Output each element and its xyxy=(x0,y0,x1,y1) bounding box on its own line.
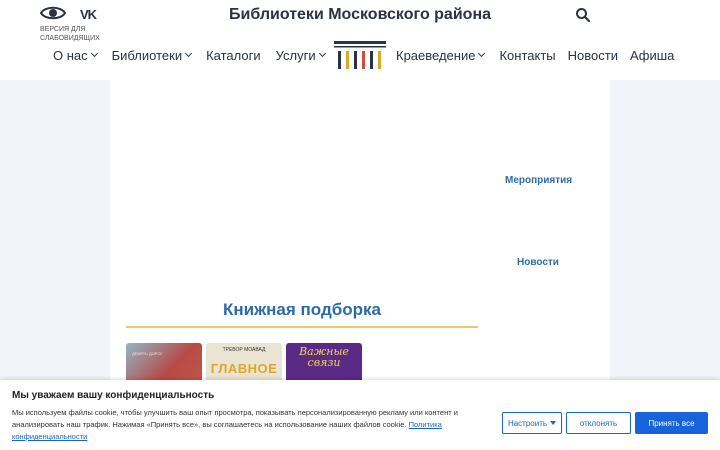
events-link[interactable]: Мероприятия xyxy=(505,175,572,186)
book-title: Важные связи xyxy=(299,345,349,369)
library-logo[interactable] xyxy=(334,40,386,70)
nav-item-news[interactable]: Новости xyxy=(568,48,618,63)
reject-label: отклонять xyxy=(579,418,618,428)
news-link[interactable]: Новости xyxy=(517,257,559,268)
book-cover[interactable]: Важные связи xyxy=(286,343,362,385)
nav-item-contacts[interactable]: Контакты xyxy=(499,48,555,63)
book-cover-text: ДЕВЯТЬ ДОРОГ xyxy=(132,351,163,356)
cookie-title: Мы уважаем вашу конфиденциальность xyxy=(12,390,215,401)
nav-item-label: Каталоги xyxy=(206,47,261,63)
site-header: VK Версия для слабовидящих Библиотеки Мо… xyxy=(0,0,720,80)
nav-item-about[interactable]: О нас xyxy=(53,47,98,63)
chevron-down-icon xyxy=(185,49,193,57)
cookie-consent-banner: Мы уважаем вашу конфиденциальность Мы ис… xyxy=(0,380,720,450)
nav-item-services[interactable]: Услуги xyxy=(275,47,326,63)
main-nav-left: О нас Библиотеки Каталоги Услуги xyxy=(53,44,340,66)
book-author: ТРЕВОР МОАВАД xyxy=(222,347,266,353)
reject-button[interactable]: отклонять xyxy=(566,412,631,434)
nav-item-label: Афиша xyxy=(629,47,675,63)
nav-item-local-history[interactable]: Краеведение xyxy=(396,47,486,63)
main-nav-right: Краеведение Контакты Новости Афиша xyxy=(396,44,674,66)
nav-item-afisha[interactable]: Афиша xyxy=(630,48,674,63)
caret-down-icon xyxy=(550,421,557,425)
accept-all-button[interactable]: Принять все xyxy=(635,412,708,434)
nav-item-label: Услуги xyxy=(275,47,316,63)
search-icon[interactable] xyxy=(575,7,591,23)
customize-label: Настроить xyxy=(507,418,548,428)
book-cover[interactable]: ДЕВЯТЬ ДОРОГ xyxy=(126,343,202,385)
main-content-panel xyxy=(110,80,610,380)
cookie-text: Мы используем файлы cookie, чтобы улучши… xyxy=(12,407,462,443)
section-divider xyxy=(126,326,478,328)
nav-item-catalogs[interactable]: Каталоги xyxy=(206,48,261,63)
nav-item-label: О нас xyxy=(53,47,88,63)
chevron-down-icon xyxy=(478,49,486,57)
accessibility-label[interactable]: Версия для слабовидящих xyxy=(40,25,110,43)
book-title: ГЛАВНОЕ xyxy=(210,361,278,376)
nav-item-libraries[interactable]: Библиотеки xyxy=(111,47,193,63)
nav-item-label: Контакты xyxy=(499,47,556,63)
cookie-description: Мы используем файлы cookie, чтобы улучши… xyxy=(12,408,458,429)
nav-item-label: Краеведение xyxy=(396,47,476,63)
section-title: Книжная подборка xyxy=(223,300,381,319)
customize-button[interactable]: Настроить xyxy=(502,412,562,434)
nav-item-label: Новости xyxy=(567,47,618,63)
chevron-down-icon xyxy=(318,49,326,57)
nav-item-label: Библиотеки xyxy=(111,47,183,63)
site-title[interactable]: Библиотеки Московского района xyxy=(0,6,720,24)
chevron-down-icon xyxy=(90,49,98,57)
accept-label: Принять все xyxy=(648,418,695,428)
book-cover[interactable]: ТРЕВОР МОАВАД ГЛАВНОЕ xyxy=(206,343,282,385)
